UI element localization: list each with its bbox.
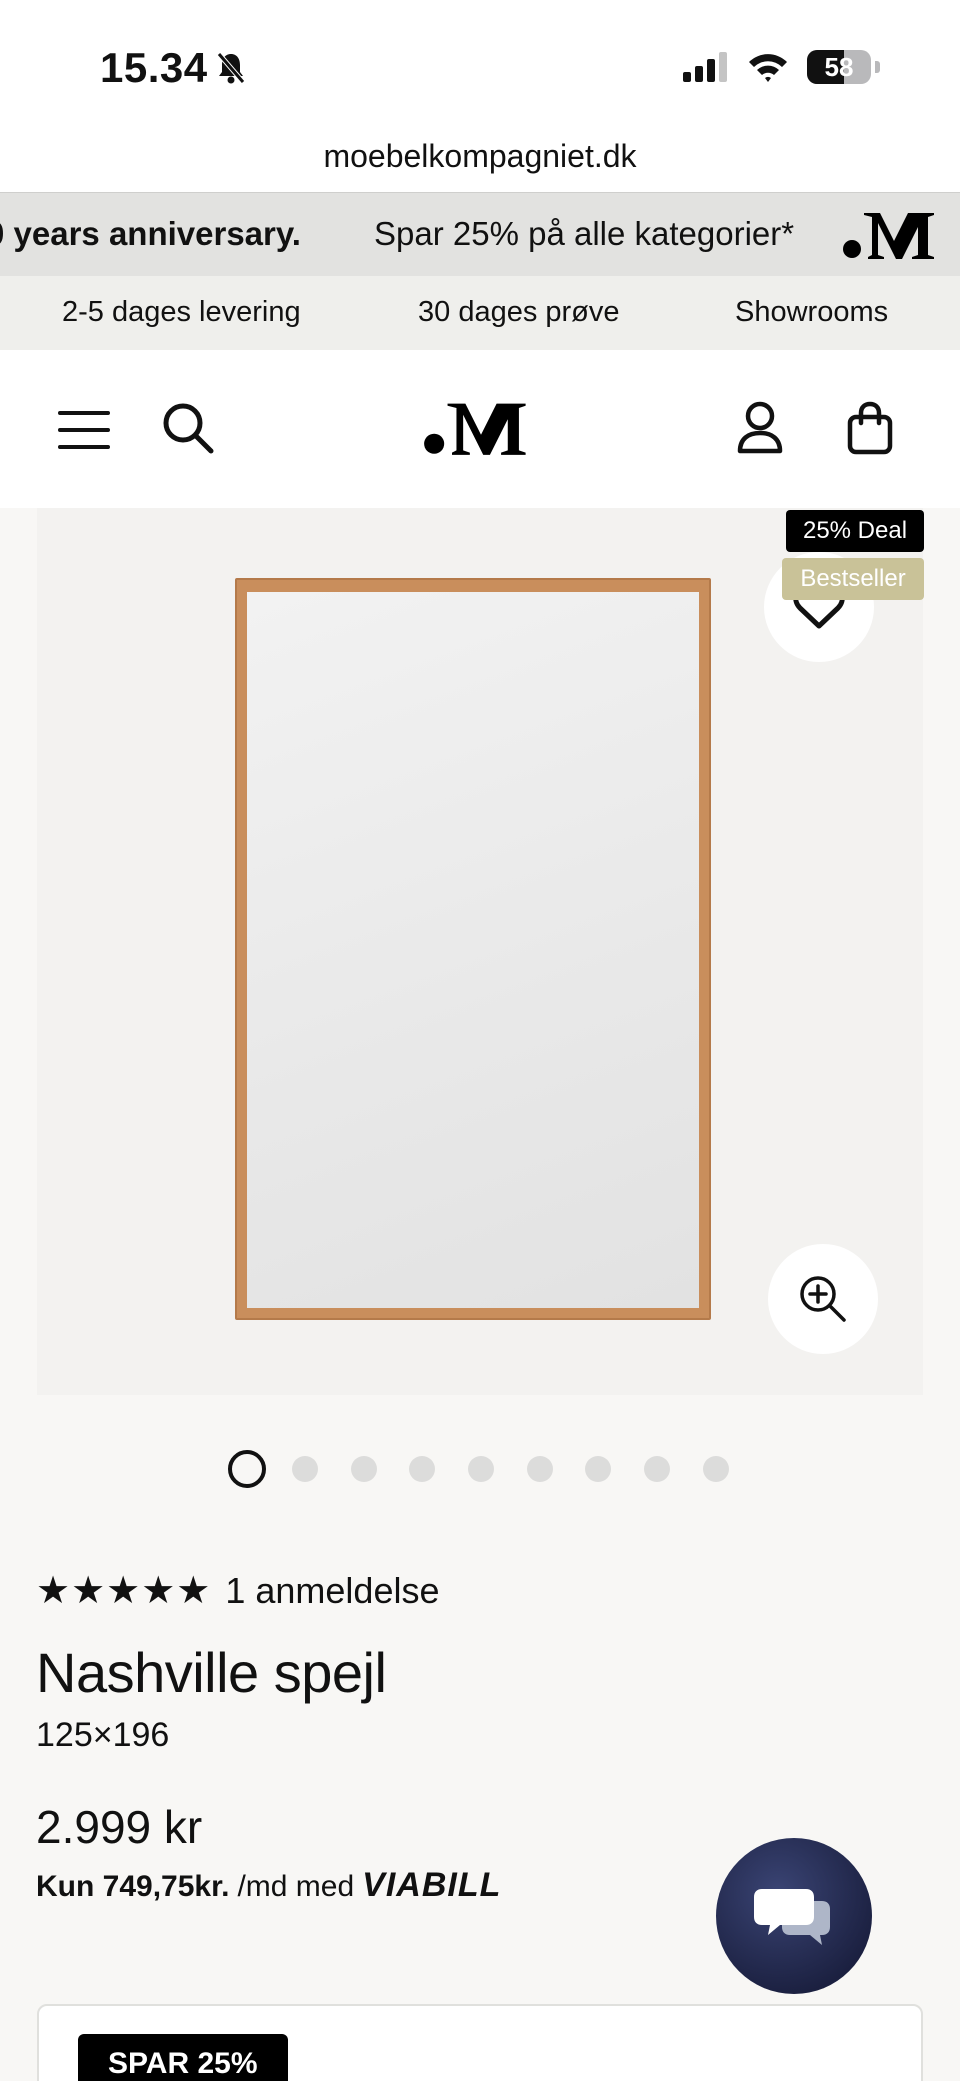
battery-level: 58 [824,52,854,82]
battery-tip [875,61,880,73]
carousel-dot[interactable] [702,1456,729,1482]
cellular-signal-icon [683,52,727,82]
url-text: moebelkompagniet.dk [323,138,637,174]
status-bar: 15.34 58 [0,0,960,130]
usp-delivery[interactable]: 2-5 dages levering [62,296,301,329]
carousel-dots [228,1450,762,1488]
brand-logo-icon [843,213,934,259]
user-icon [737,401,783,454]
installment-suffix: /md med [237,1870,355,1903]
zoom-in-icon [800,1276,846,1322]
usp-showrooms[interactable]: Showrooms [735,296,888,329]
viabill-logo: VIABILL [362,1866,502,1904]
promo-banner[interactable]: 0 years anniversary. Spar 25% på alle ka… [0,192,960,276]
usp-bar: 2-5 dages levering 30 dages prøve Showro… [0,276,960,350]
hamburger-icon [58,411,110,449]
search-icon [163,403,214,454]
save-tag: SPAR 25% [78,2034,288,2081]
status-time: 15.34 [100,44,246,92]
moebelkompagniet-logo [424,403,526,455]
chat-button[interactable] [716,1838,872,1994]
bestseller-badge: Bestseller [782,558,924,600]
promo-discount-text: Spar 25% på alle kategorier* [374,215,795,252]
product-price: 2.999 kr [36,1801,203,1853]
zoom-button[interactable] [768,1244,878,1354]
shopping-bag-icon [847,401,893,455]
carousel-dot[interactable] [350,1456,377,1482]
review-count[interactable]: 1 anmeldelse [225,1570,439,1612]
promo-anniversary-text: 0 years anniversary. [0,215,301,252]
carousel-dot[interactable] [292,1456,318,1482]
star-rating-icon: ★★★★★ [36,1570,212,1612]
carousel-dot[interactable] [228,1450,266,1488]
usp-trial[interactable]: 30 dages prøve [418,296,620,329]
carousel-dot[interactable] [526,1456,553,1482]
carousel-dot[interactable] [409,1456,436,1482]
account-button[interactable] [730,396,790,460]
clock: 15.34 [100,44,208,91]
page: 15.34 58 moebelkompagniet.dk 0 years ann… [0,0,960,2081]
product-title: Nashville spejl [36,1641,387,1704]
site-header [0,350,960,508]
status-indicators: 58 [683,50,880,84]
carousel-dot[interactable] [644,1456,671,1482]
installment-amount: Kun 749,75kr. [36,1870,230,1903]
mirror-glass [247,592,699,1308]
carousel-dot[interactable] [468,1456,495,1482]
product-rating[interactable]: ★★★★★ 1 anmeldelse [36,1568,439,1613]
deal-badge: 25% Deal [786,510,924,552]
product-image-mirror [235,578,711,1320]
menu-button[interactable] [54,400,114,460]
cart-button[interactable] [840,396,900,460]
wifi-icon [749,54,787,82]
carousel-dot[interactable] [585,1456,612,1482]
battery-indicator: 58 [807,50,871,84]
installment-info[interactable]: Kun 749,75kr. /md med VIABILL [36,1866,501,1905]
product-variant: 125×196 [36,1716,170,1754]
home-logo-link[interactable] [420,386,542,468]
search-button[interactable] [158,398,218,458]
bell-muted-icon [216,52,245,84]
address-bar[interactable]: moebelkompagniet.dk [0,130,960,192]
chat-bubbles-icon [754,1889,830,1945]
